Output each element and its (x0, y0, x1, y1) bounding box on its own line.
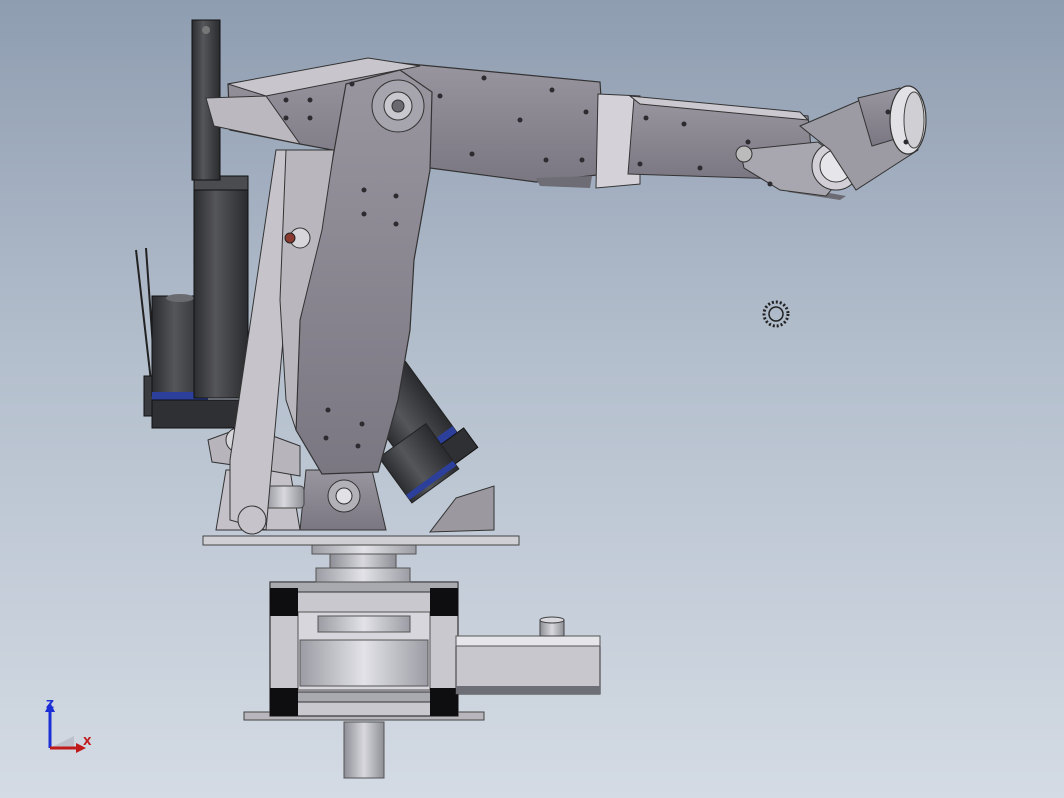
base-plate (202, 535, 520, 546)
frame-corner-block (430, 688, 458, 716)
actuator-body (193, 175, 249, 399)
loose-gear-part[interactable] (762, 300, 790, 328)
bottom-shaft (343, 721, 385, 779)
frame-corner-block (270, 588, 298, 616)
x-axis-label: X (83, 735, 92, 748)
z-axis-label: Z (46, 698, 54, 711)
cad-graphics-viewport[interactable]: Z X (0, 0, 1064, 798)
coordinate-triad: Z X (40, 698, 100, 760)
frame-corner-block (430, 588, 458, 616)
base-shaft-assembly[interactable] (202, 535, 601, 779)
frame-corner-block (270, 688, 298, 716)
robot-arm-model[interactable] (0, 0, 1064, 798)
